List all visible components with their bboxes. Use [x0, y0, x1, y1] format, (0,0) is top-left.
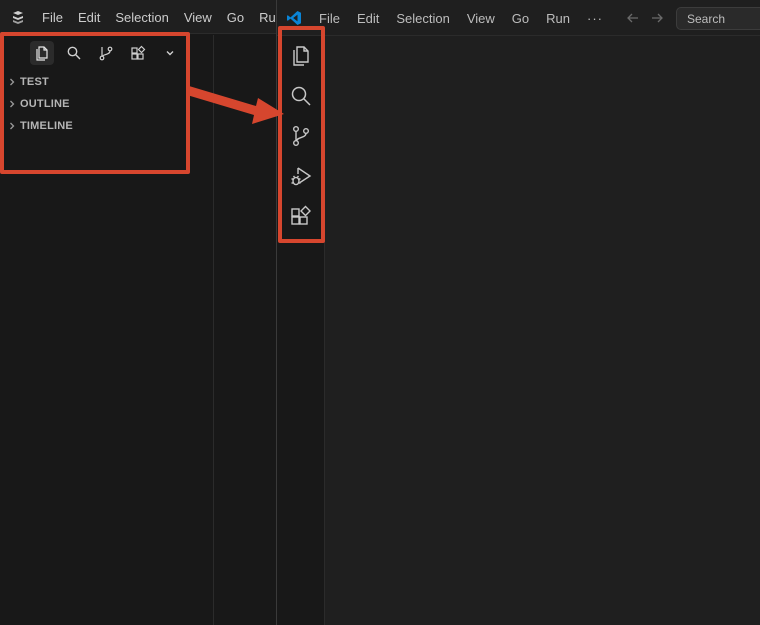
highlight-box-activity-bar: [278, 26, 325, 243]
left-menubar: File Edit Selection View Go Ru: [0, 0, 276, 34]
command-center-search[interactable]: Search: [676, 7, 760, 30]
app-logo-icon: [13, 11, 23, 24]
menu-run[interactable]: Ru: [259, 10, 276, 25]
vscode-logo-icon: [287, 11, 301, 25]
menu-file[interactable]: File: [42, 10, 63, 25]
menu-selection[interactable]: Selection: [115, 10, 168, 25]
right-titlebar: File Edit Selection View Go Run ··· Sear…: [277, 0, 760, 36]
menu-edit[interactable]: Edit: [78, 10, 100, 25]
annotation-arrow-icon: [187, 86, 284, 124]
menu-go[interactable]: Go: [512, 11, 529, 26]
back-arrow-icon[interactable]: [625, 10, 641, 26]
editor-area[interactable]: [325, 36, 760, 625]
menu-edit[interactable]: Edit: [357, 11, 379, 26]
forward-arrow-icon[interactable]: [649, 10, 665, 26]
menu-view[interactable]: View: [184, 10, 212, 25]
right-vscode-window: File Edit Selection View Go Run ··· Sear…: [276, 0, 760, 625]
menu-go[interactable]: Go: [227, 10, 244, 25]
right-menu-list: File Edit Selection View Go Run ···: [319, 0, 620, 36]
menu-run[interactable]: Run: [546, 11, 570, 26]
screenshot-stage: File Edit Selection View Go Ru TEST OUTL…: [0, 0, 760, 625]
highlight-box-sidebar-icons: [0, 32, 190, 174]
menu-view[interactable]: View: [467, 11, 495, 26]
left-menu-list: File Edit Selection View Go Ru: [42, 0, 291, 34]
history-navigation: [625, 10, 665, 26]
menu-selection[interactable]: Selection: [396, 11, 449, 26]
menu-file[interactable]: File: [319, 11, 340, 26]
menu-more-button[interactable]: ···: [587, 11, 603, 26]
